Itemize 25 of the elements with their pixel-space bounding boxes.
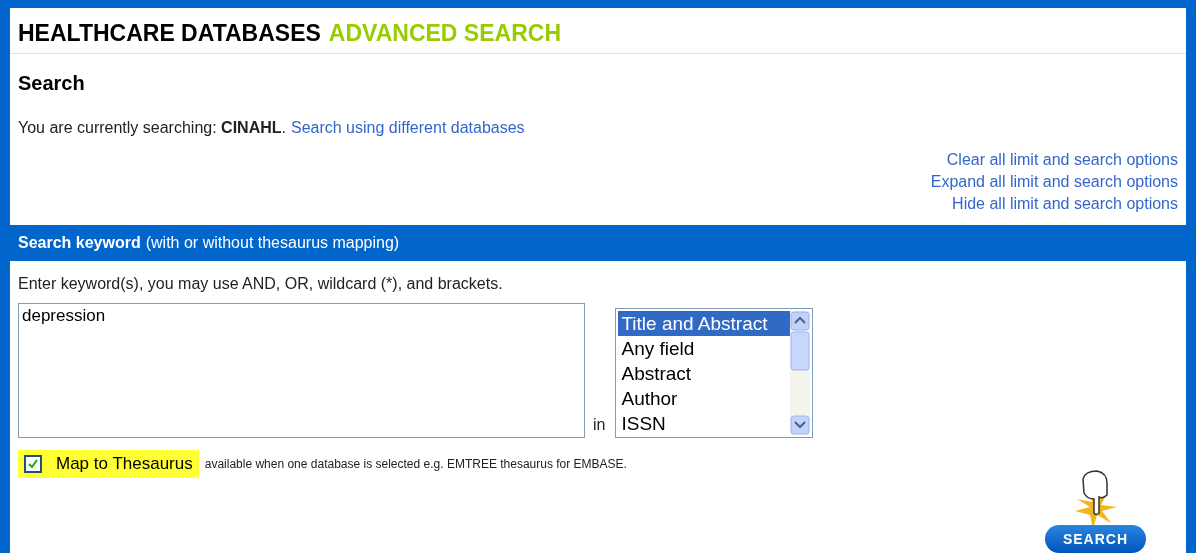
instructions-text: Enter keyword(s), you may use AND, OR, wildcard (*), and brackets.	[18, 275, 504, 293]
in-label: in	[593, 416, 606, 434]
thesaurus-note: available when one database is selected e.g. EMTREE thesaurus for EMBASE.	[204, 457, 627, 471]
options-link[interactable]: Expand all limit and search options	[930, 173, 1178, 191]
field-option[interactable]: Author	[618, 386, 791, 411]
bar-title: Search keyword	[18, 234, 141, 252]
field-option[interactable]: Title and Abstract	[618, 311, 791, 336]
field-option[interactable]: Abstract	[618, 361, 791, 386]
map-thesaurus-checkbox[interactable]: Map to Thesaurus	[18, 450, 199, 478]
scrollbar-icon[interactable]	[790, 311, 811, 435]
search-button[interactable]: SEARCH	[1044, 525, 1146, 553]
check-icon	[27, 458, 39, 470]
bar-note: (with or without thesaurus mapping)	[145, 234, 400, 252]
checkbox[interactable]	[24, 455, 42, 473]
section-heading: Search	[18, 72, 86, 95]
field-listbox[interactable]: Title and Abstract Any field Abstract Author ISSN	[615, 308, 814, 438]
page-title: HEALTHCARE DATABASES	[18, 20, 321, 47]
current-database-text: You are currently searching: CINAHL.	[18, 119, 286, 137]
keyword-field[interactable]: depression	[18, 303, 585, 438]
options-link[interactable]: Clear all limit and search options	[946, 151, 1178, 169]
page-subtitle: ADVANCED SEARCH	[328, 20, 561, 47]
field-option[interactable]: Any field	[618, 336, 791, 361]
change-databases-link[interactable]: Search using different databases	[290, 119, 525, 137]
field-option[interactable]: ISSN	[618, 411, 791, 436]
options-link[interactable]: Hide all limit and search options	[952, 195, 1178, 213]
